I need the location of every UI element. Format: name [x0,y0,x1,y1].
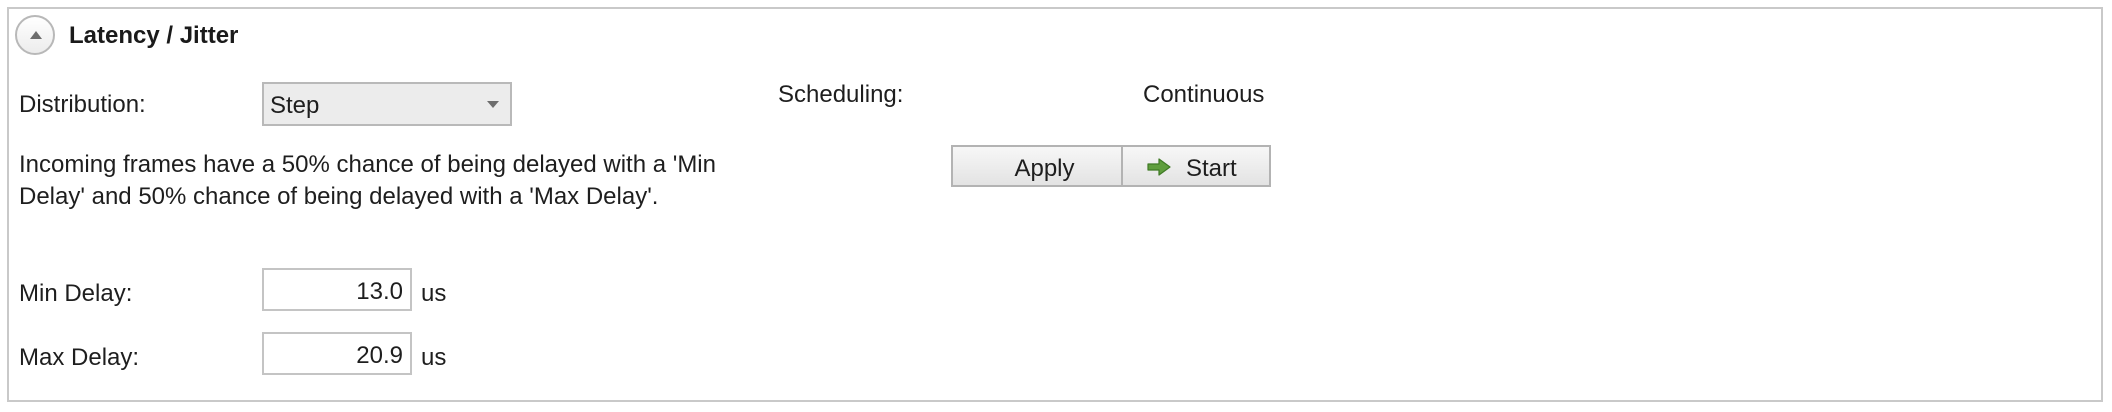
start-button[interactable]: Start [1121,145,1271,187]
apply-button[interactable]: Apply [951,145,1138,187]
max-delay-label: Max Delay: [19,344,140,371]
min-delay-input[interactable]: 13.0 [262,268,412,311]
scheduling-value: Continuous [1143,81,1265,108]
start-button-label: Start [1186,155,1237,182]
distribution-label: Distribution: [19,91,146,118]
min-delay-label: Min Delay: [19,280,133,307]
max-delay-input[interactable]: 20.9 [262,332,412,375]
scheduling-label: Scheduling: [778,81,904,108]
chevron-down-icon [487,101,499,108]
min-delay-value: 13.0 [356,278,403,305]
panel-title: Latency / Jitter [69,22,239,49]
max-delay-unit: us [421,344,447,371]
collapse-button[interactable] [15,15,55,55]
apply-button-label: Apply [1014,155,1075,182]
min-delay-unit: us [421,280,447,307]
distribution-select[interactable]: Step [262,82,512,126]
distribution-description: Incoming frames have a 50% chance of bei… [19,151,716,210]
distribution-selected-value: Step [270,92,320,119]
max-delay-value: 20.9 [356,342,403,369]
chevron-up-icon [30,31,42,39]
arrow-right-icon [1147,158,1171,176]
